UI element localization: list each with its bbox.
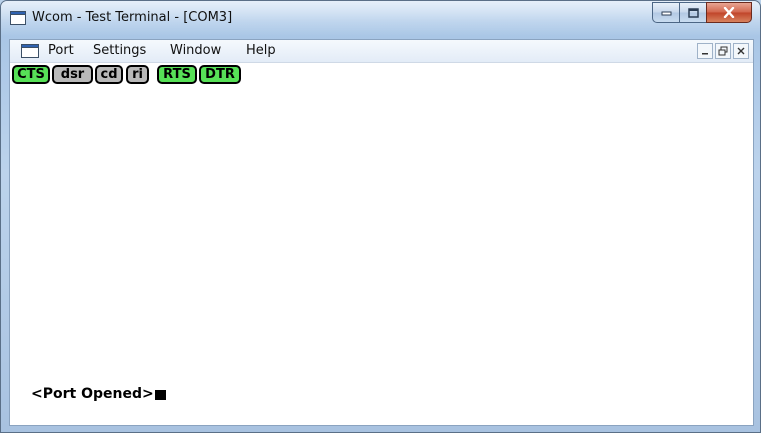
close-button[interactable] — [706, 2, 752, 23]
mdi-client-area: Port Settings Window Help CTS dsr cd ri … — [9, 39, 754, 426]
menu-window[interactable]: Window — [170, 43, 221, 58]
indicator-cd: cd — [95, 65, 123, 84]
title-bar[interactable]: Wcom - Test Terminal - [COM3] — [1, 1, 760, 37]
menu-settings[interactable]: Settings — [93, 43, 146, 58]
indicator-rts: RTS — [157, 65, 197, 84]
child-window-icon[interactable] — [21, 44, 39, 58]
indicator-dtr: DTR — [199, 65, 241, 84]
maximize-button[interactable] — [679, 2, 706, 23]
indicator-ri: ri — [126, 65, 149, 84]
indicator-cts: CTS — [12, 65, 50, 84]
child-window-buttons — [697, 43, 749, 59]
child-minimize-button[interactable] — [697, 43, 713, 59]
text-cursor — [154, 390, 166, 400]
child-close-button[interactable] — [733, 43, 749, 59]
window-title: Wcom - Test Terminal - [COM3] — [32, 10, 233, 25]
close-icon — [737, 47, 745, 55]
menu-bar: Port Settings Window Help — [10, 40, 753, 63]
app-window: Wcom - Test Terminal - [COM3] Port Setti… — [0, 0, 761, 433]
caption-buttons — [652, 2, 752, 23]
minimize-icon — [702, 53, 708, 55]
minimize-button[interactable] — [652, 2, 679, 23]
maximize-icon — [687, 7, 699, 18]
indicator-dsr: dsr — [52, 65, 93, 84]
terminal-text: <Port Opened> — [31, 386, 154, 402]
restore-icon — [718, 46, 728, 56]
child-restore-button[interactable] — [715, 43, 731, 59]
close-icon — [723, 7, 735, 18]
app-window-icon — [10, 11, 26, 25]
menu-help[interactable]: Help — [246, 43, 276, 58]
menu-port[interactable]: Port — [48, 43, 74, 58]
terminal-output[interactable]: <Port Opened> — [31, 386, 166, 402]
minimize-icon — [661, 11, 671, 15]
